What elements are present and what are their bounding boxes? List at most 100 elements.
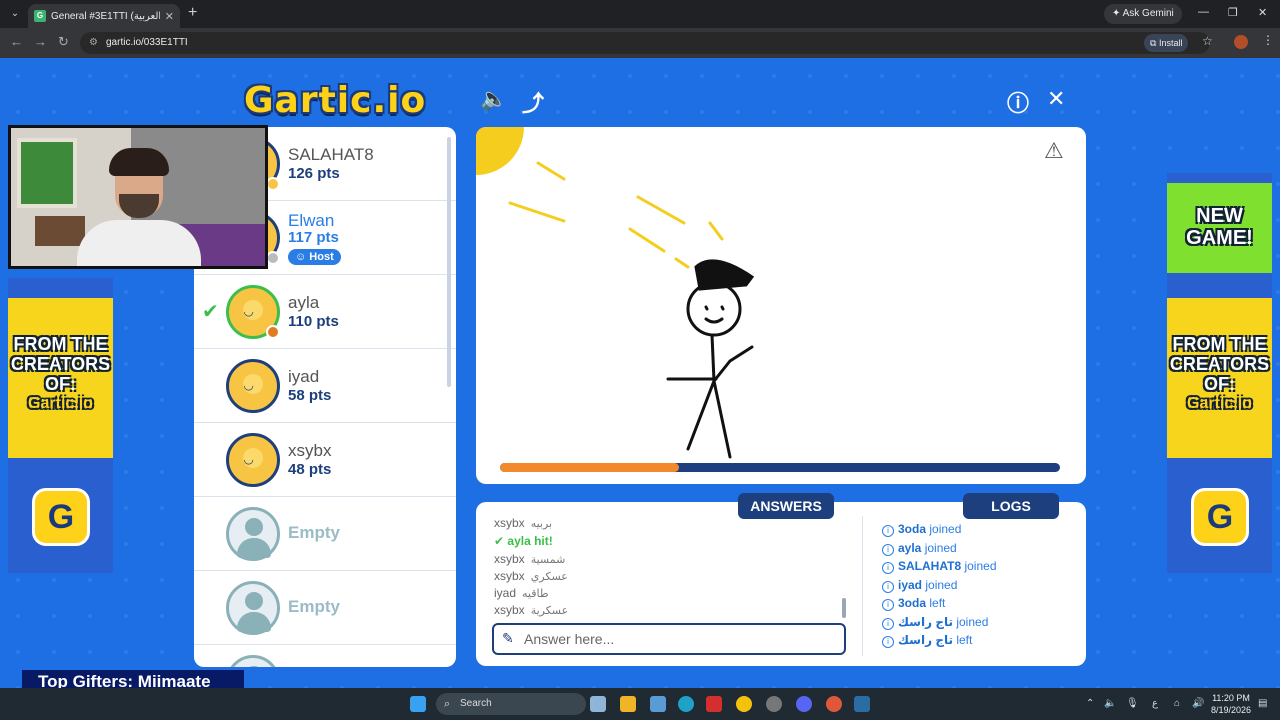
answer-entry: xsybx بربيه: [494, 516, 552, 530]
language-indicator[interactable]: ع: [1152, 698, 1158, 709]
log-action: joined: [924, 541, 957, 555]
app-icon[interactable]: [766, 696, 782, 712]
sun-drawing: [476, 127, 524, 175]
ad-creators-text: FROM THE CREATORS OF: Gartic.io: [1167, 298, 1272, 458]
player-row[interactable]: ✔ ◡ ayla 110 pts: [194, 275, 456, 349]
right-ad-banner[interactable]: NEW GAME! FROM THE CREATORS OF: Gartic.i…: [1167, 173, 1272, 573]
sound-icon[interactable]: 🔈: [480, 86, 507, 112]
status-dot: [266, 325, 280, 339]
taskbar-search[interactable]: ⌕ Search: [436, 693, 586, 715]
url-field[interactable]: ⚙ gartic.io/033E1TTI: [80, 32, 1210, 54]
tab-answers[interactable]: ANSWERS: [738, 493, 834, 519]
stick-figure: [666, 259, 755, 459]
tab-logs[interactable]: LOGS: [963, 493, 1059, 519]
ad-mini-logo: Gartic.io: [1187, 395, 1252, 412]
log-entry: i ayla joined: [882, 541, 957, 556]
answers-scrollbar[interactable]: [842, 598, 846, 618]
notification-icon[interactable]: ▤: [1258, 698, 1267, 709]
profile-avatar[interactable]: [1234, 35, 1248, 49]
player-points: 117 pts: [288, 229, 339, 246]
info-circle-icon: i: [882, 562, 894, 574]
volume-tray-icon[interactable]: 🔈: [1104, 698, 1116, 709]
empty-avatar: [226, 507, 280, 561]
chrome-icon[interactable]: [736, 696, 752, 712]
info-circle-icon: i: [882, 581, 894, 593]
clock-time: 11:20 PM: [1212, 693, 1250, 703]
empty-label: Empty: [288, 597, 340, 616]
left-ad-banner[interactable]: FROM THE CREATORS OF: Gartic.io G: [8, 278, 113, 573]
windows-taskbar: ⌕ Search ⌃ 🔈 🎙 ع ⌂ 🔊 11:20 PM 8/19/2026 ▤: [0, 688, 1280, 720]
player-points: 58 pts: [288, 387, 332, 404]
answer-user: xsybx: [494, 552, 525, 566]
ask-gemini-button[interactable]: ✦ Ask Gemini: [1104, 4, 1182, 24]
share-icon[interactable]: ⤴: [522, 86, 544, 118]
player-row[interactable]: ◡ iyad 58 pts: [194, 349, 456, 423]
player-points: 110 pts: [288, 313, 339, 330]
search-icon: ⌕: [444, 698, 451, 710]
player-avatar: ◡: [226, 433, 280, 487]
task-view-icon[interactable]: [590, 696, 606, 712]
close-window-icon[interactable]: ✕: [1258, 6, 1267, 19]
network-icon[interactable]: ⌂: [1174, 698, 1180, 709]
cam-shelf: [35, 216, 85, 246]
pencil-icon: ✎: [502, 630, 514, 646]
status-dot: [266, 177, 280, 191]
bookmark-star-icon[interactable]: ☆: [1202, 34, 1213, 48]
tray-chevron-icon[interactable]: ⌃: [1086, 698, 1094, 709]
store-icon[interactable]: [650, 696, 666, 712]
minimize-icon[interactable]: —: [1198, 6, 1209, 18]
answer-user: ayla: [507, 534, 531, 548]
steam-icon[interactable]: [854, 696, 870, 712]
close-tab-icon[interactable]: ✕: [165, 10, 174, 23]
answer-user: xsybx: [494, 603, 525, 617]
address-toolbar: ← → ↻ ⚙ gartic.io/033E1TTI: [0, 28, 1280, 58]
site-info-icon[interactable]: ⚙: [89, 32, 98, 54]
tab-search-chevron-icon[interactable]: ⌄: [6, 5, 24, 23]
taskbar-clock[interactable]: 11:20 PM 8/19/2026: [1208, 692, 1254, 716]
new-tab-plus-icon[interactable]: +: [188, 4, 197, 22]
cam-person-body: [77, 220, 201, 266]
close-game-icon[interactable]: ✕: [1047, 86, 1065, 112]
log-action: left: [929, 596, 946, 610]
ad-g-logo: G: [32, 488, 90, 546]
answer-word: عسكري: [530, 570, 568, 583]
forward-arrow-icon[interactable]: →: [34, 34, 47, 49]
back-arrow-icon[interactable]: ←: [10, 34, 23, 49]
answer-input[interactable]: [524, 629, 834, 649]
chat-divider: [862, 516, 863, 656]
browser-tab[interactable]: G General #3E1TTI (العربية) - Gartic ✕: [28, 4, 180, 28]
red-app-icon[interactable]: [706, 696, 722, 712]
ad-g-logo: G: [1191, 488, 1249, 546]
reload-icon[interactable]: ↻: [58, 34, 69, 50]
speaker-icon[interactable]: 🔊: [1192, 698, 1204, 709]
windows-start-icon[interactable]: [410, 696, 426, 712]
empty-slot: Empty: [194, 497, 456, 571]
info-icon[interactable]: ⓘ: [1007, 86, 1029, 118]
restore-icon[interactable]: ❐: [1228, 6, 1238, 19]
player-list-scrollbar[interactable]: [447, 137, 451, 387]
log-entry: i SALAHAT8 joined: [882, 559, 997, 574]
log-user: SALAHAT8: [898, 559, 962, 573]
install-button[interactable]: ⧉ Install: [1144, 34, 1189, 52]
guessed-check-icon: ✔: [202, 301, 219, 323]
player-row[interactable]: ◡ xsybx 48 pts: [194, 423, 456, 497]
round-timer-fill: [500, 463, 680, 472]
url-text: gartic.io/033E1TTI: [106, 37, 188, 48]
log-entry: i تاج راسك joined: [882, 615, 988, 630]
mic-tray-icon[interactable]: 🎙: [1126, 698, 1139, 709]
answer-word: عسكرية: [530, 604, 569, 617]
answer-user: xsybx: [494, 569, 525, 583]
answer-entry: xsybx عسكرية: [494, 603, 568, 617]
chrome-active-icon[interactable]: [826, 696, 842, 712]
more-menu-icon[interactable]: ⋮: [1262, 33, 1274, 47]
file-explorer-icon[interactable]: [620, 696, 636, 712]
log-action: left: [956, 633, 973, 647]
round-timer-bar: [500, 463, 1060, 472]
report-warning-icon[interactable]: ⚠: [1044, 138, 1064, 164]
browser-tab-bar: ⌄ G General #3E1TTI (العربية) - Gartic ✕…: [0, 0, 1280, 28]
log-action: joined: [956, 615, 989, 629]
discord-icon[interactable]: [796, 696, 812, 712]
edge-icon[interactable]: [678, 696, 694, 712]
drawing-canvas[interactable]: [476, 127, 1086, 484]
info-circle-icon: i: [882, 636, 894, 648]
